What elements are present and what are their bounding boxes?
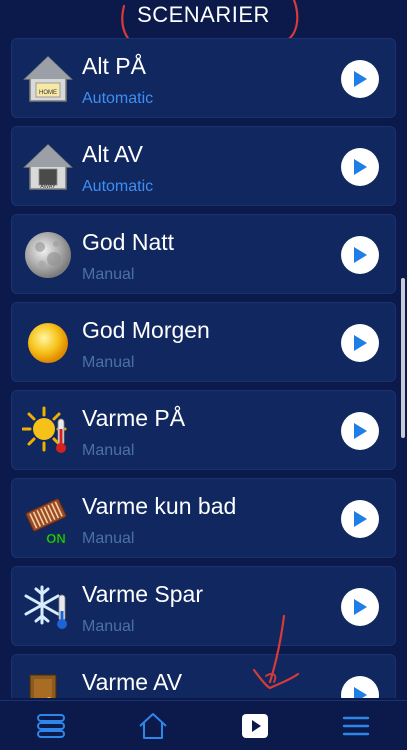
scene-name: Alt AV <box>82 141 143 167</box>
scene-row-god-natt[interactable]: God Natt Manual <box>11 214 396 294</box>
scene-mode: Manual <box>82 266 135 283</box>
play-icon <box>354 247 367 263</box>
sun-thermometer-icon <box>22 406 67 453</box>
scene-row-alt-pa[interactable]: HOME Alt PÅ Automatic <box>11 38 396 118</box>
scene-name: God Natt <box>82 229 175 255</box>
scene-name: Varme Spar <box>82 581 204 607</box>
scene-row-varme-pa[interactable]: Varme PÅ Manual <box>11 390 396 470</box>
play-button[interactable] <box>341 148 379 186</box>
svg-text:ON: ON <box>46 531 66 545</box>
scene-name: God Morgen <box>82 317 210 343</box>
play-icon <box>354 687 367 698</box>
scenes-play-icon <box>242 714 268 738</box>
heater-on-icon: ON <box>25 498 67 545</box>
nav-menu[interactable] <box>339 710 373 742</box>
moon-icon <box>25 232 71 278</box>
scene-row-alt-av[interactable]: AWAY Alt AV Automatic <box>11 126 396 206</box>
snowflake-thermometer-icon <box>24 585 67 629</box>
house-away-icon: AWAY <box>23 143 73 190</box>
play-icon <box>354 335 367 351</box>
scene-row-varme-av[interactable]: Varme AV <box>11 654 396 698</box>
play-icon <box>354 511 367 527</box>
scene-mode: Manual <box>82 354 135 371</box>
nav-devices[interactable] <box>34 710 68 742</box>
scene-mode: Manual <box>82 618 135 635</box>
header: SCENARIER <box>0 0 407 30</box>
scene-mode: Manual <box>82 442 135 459</box>
scene-row-varme-spar[interactable]: Varme Spar Manual <box>11 566 396 646</box>
play-icon <box>354 159 367 175</box>
scene-name: Alt PÅ <box>82 53 146 79</box>
page-title: SCENARIER <box>137 2 270 27</box>
scene-name: Varme PÅ <box>82 405 186 431</box>
nav-scenes[interactable] <box>238 710 272 742</box>
play-button[interactable] <box>341 236 379 274</box>
scene-mode: Manual <box>82 530 135 547</box>
sun-icon <box>28 323 68 363</box>
play-button[interactable] <box>341 412 379 450</box>
play-button[interactable] <box>341 676 379 698</box>
play-button[interactable] <box>341 500 379 538</box>
play-icon <box>354 423 367 439</box>
scene-list[interactable]: HOME Alt PÅ Automatic AWAY Alt AV Automa… <box>11 38 396 698</box>
scene-mode: Automatic <box>82 178 154 195</box>
svg-text:HOME: HOME <box>39 90 57 96</box>
svg-text:AWAY: AWAY <box>40 184 56 190</box>
play-icon <box>354 599 367 615</box>
scene-mode: Automatic <box>82 90 154 107</box>
devices-list-icon <box>37 714 65 738</box>
home-icon <box>139 713 167 739</box>
scrollbar[interactable] <box>401 278 405 438</box>
house-home-icon: HOME <box>23 55 73 102</box>
scene-name: Varme kun bad <box>82 493 237 519</box>
bottom-navigation <box>0 700 407 750</box>
door-exit-icon <box>29 674 57 698</box>
play-icon <box>354 71 367 87</box>
scene-row-god-morgen[interactable]: God Morgen Manual <box>11 302 396 382</box>
nav-home[interactable] <box>136 710 170 742</box>
scene-row-varme-kun-bad[interactable]: ON Varme kun bad Manual <box>11 478 396 558</box>
scene-name: Varme AV <box>82 669 183 695</box>
menu-icon <box>342 716 370 736</box>
play-button[interactable] <box>341 588 379 626</box>
play-button[interactable] <box>341 60 379 98</box>
play-button[interactable] <box>341 324 379 362</box>
